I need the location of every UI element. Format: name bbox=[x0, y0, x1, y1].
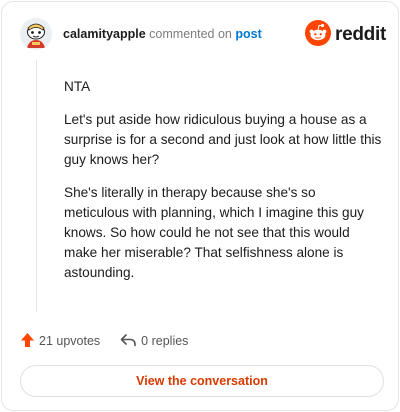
upvote-count: 21 upvotes bbox=[39, 334, 101, 348]
username-link[interactable]: calamityapple bbox=[63, 27, 146, 41]
reply-count: 0 replies bbox=[141, 334, 189, 348]
comment-actions: 21 upvotes 0 replies bbox=[20, 332, 188, 350]
comment-header: calamityapple commented on post reddit bbox=[20, 18, 386, 54]
post-link[interactable]: post bbox=[235, 27, 261, 41]
brand-wordmark: reddit bbox=[335, 24, 386, 45]
view-conversation-button[interactable]: View the conversation bbox=[20, 365, 384, 397]
reddit-logo-icon bbox=[305, 19, 332, 51]
comment-paragraph: NTA bbox=[64, 79, 91, 94]
action-text: commented on bbox=[149, 27, 232, 41]
reddit-brand[interactable]: reddit bbox=[305, 19, 386, 51]
reply-arrow-icon bbox=[120, 333, 137, 350]
comment-meta: calamityapple commented on post bbox=[63, 27, 262, 41]
comment-body: NTA Let's put aside how ridiculous buyin… bbox=[64, 77, 382, 296]
thread-line bbox=[36, 60, 37, 312]
snoo-avatar-icon[interactable] bbox=[20, 18, 52, 50]
comment-paragraph: She's literally in therapy because she's… bbox=[64, 185, 364, 280]
upvote-button[interactable]: 21 upvotes bbox=[20, 332, 100, 351]
upvote-arrow-icon bbox=[20, 332, 35, 351]
reply-button[interactable]: 0 replies bbox=[120, 333, 188, 350]
comment-paragraph: Let's put aside how ridiculous buying a … bbox=[64, 112, 382, 167]
comment-card: calamityapple commented on post reddit N… bbox=[1, 1, 399, 411]
